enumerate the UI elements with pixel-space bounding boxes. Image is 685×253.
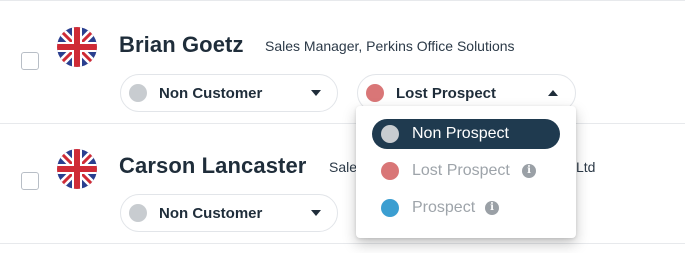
chevron-down-icon	[311, 90, 321, 96]
contact-title: Sales Manager, Perkins Office Solutions	[265, 38, 515, 54]
customer-status-dropdown[interactable]: Non Customer	[120, 74, 338, 112]
option-label: Prospect	[412, 199, 476, 216]
contact-title-partial: Ltd	[576, 159, 596, 175]
uk-flag-icon	[57, 27, 97, 67]
info-icon[interactable]: i	[522, 164, 536, 178]
status-dot	[366, 84, 384, 102]
dropdown-option-lost-prospect[interactable]: Lost Prospect i	[372, 156, 560, 186]
status-label: Non Customer	[159, 205, 263, 222]
customer-status-dropdown[interactable]: Non Customer	[120, 194, 338, 232]
dropdown-option-non-prospect[interactable]: Non Prospect	[372, 119, 560, 149]
option-label: Lost Prospect	[412, 162, 510, 179]
contact-title-partial: Sale	[329, 159, 358, 175]
prospect-dropdown-menu: Non Prospect Lost Prospect i Prospect i	[356, 106, 576, 238]
status-label: Non Customer	[159, 85, 263, 102]
contact-name[interactable]: Carson Lancaster	[119, 153, 306, 179]
row-checkbox[interactable]	[21, 172, 39, 190]
row-divider	[0, 243, 685, 244]
row-checkbox[interactable]	[21, 52, 39, 70]
status-dot	[381, 162, 399, 180]
option-label: Non Prospect	[412, 125, 509, 142]
dropdown-option-prospect[interactable]: Prospect i	[372, 193, 560, 223]
chevron-down-icon	[311, 210, 321, 216]
chevron-up-icon	[548, 90, 558, 96]
status-dot	[129, 84, 147, 102]
row-divider	[0, 0, 685, 1]
status-dot	[381, 125, 399, 143]
status-dot	[381, 199, 399, 217]
contact-name[interactable]: Brian Goetz	[119, 32, 244, 58]
status-label: Lost Prospect	[396, 85, 497, 102]
row-divider	[0, 123, 685, 124]
status-dot	[129, 204, 147, 222]
info-icon[interactable]: i	[485, 201, 499, 215]
uk-flag-icon	[57, 149, 97, 189]
